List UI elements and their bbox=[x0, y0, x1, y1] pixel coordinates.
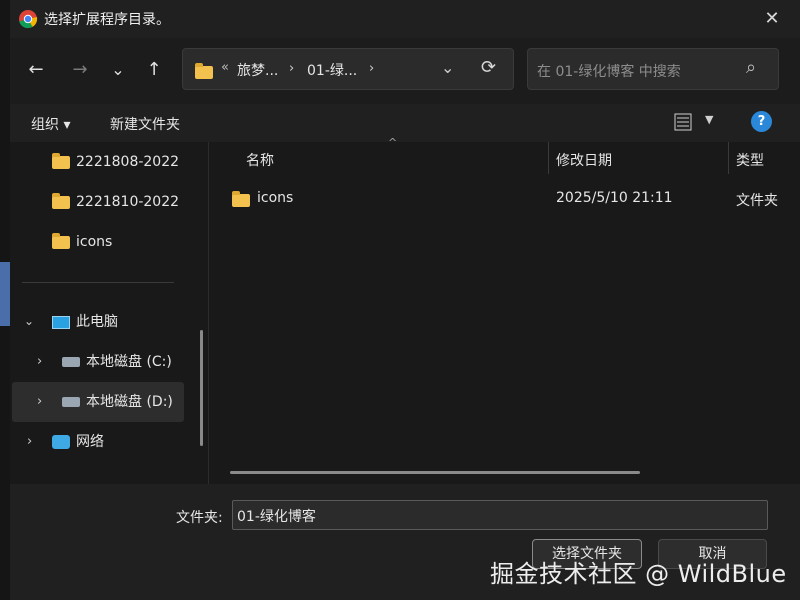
tree-this-pc[interactable]: 此电脑 bbox=[52, 305, 118, 339]
table-row[interactable]: icons 2025/5/10 21:11 文件夹 bbox=[232, 180, 800, 216]
close-icon[interactable]: ✕ bbox=[762, 9, 782, 29]
folder-icon bbox=[232, 190, 250, 207]
forward-button[interactable]: → bbox=[66, 56, 94, 84]
up-button[interactable]: ↑ bbox=[140, 56, 168, 84]
folder-label: 文件夹: bbox=[176, 510, 223, 526]
tree-folder-3[interactable]: icons bbox=[52, 225, 112, 259]
tree-label: 2221808-2022 bbox=[76, 154, 180, 170]
file-modified: 2025/5/10 21:11 bbox=[556, 190, 673, 206]
column-header-type[interactable]: 类型 bbox=[736, 150, 764, 170]
chevron-right-icon[interactable]: › bbox=[37, 394, 42, 409]
tree-drive-d[interactable]: 本地磁盘 (D:) bbox=[62, 385, 173, 419]
recent-locations-button[interactable]: ⌄ bbox=[104, 56, 132, 84]
tree-folder-1[interactable]: 2221808-2022 bbox=[52, 145, 179, 179]
tree-label: 此电脑 bbox=[76, 314, 118, 330]
folder-picker-dialog: 选择扩展程序目录。 ✕ ← → ⌄ ↑ « 旅梦... › 01-绿... › … bbox=[10, 0, 800, 600]
title-bar: 选择扩展程序目录。 ✕ bbox=[10, 0, 800, 38]
folder-icon bbox=[52, 192, 70, 209]
tree-folder-2[interactable]: 2221810-2022 bbox=[52, 185, 179, 219]
view-options-icon[interactable] bbox=[674, 113, 692, 131]
background-window-accent bbox=[0, 262, 10, 326]
network-icon bbox=[52, 435, 70, 449]
divider bbox=[22, 282, 174, 283]
refresh-icon[interactable]: ⟳ bbox=[481, 57, 496, 78]
drive-icon bbox=[62, 397, 80, 407]
search-icon[interactable]: ⌕ bbox=[746, 57, 756, 78]
nav-pane-scrollbar[interactable] bbox=[200, 330, 203, 446]
column-separator[interactable] bbox=[548, 142, 549, 174]
breadcrumb-item-2[interactable]: 01-绿... bbox=[307, 60, 357, 80]
folder-icon bbox=[195, 62, 213, 79]
tree-label: 2221810-2022 bbox=[76, 194, 180, 210]
new-folder-button[interactable]: 新建文件夹 bbox=[110, 114, 180, 134]
column-header-name[interactable]: 名称 bbox=[246, 150, 274, 170]
tree-drive-c[interactable]: 本地磁盘 (C:) bbox=[62, 345, 172, 379]
tree-label: 网络 bbox=[76, 434, 104, 450]
folder-name-value: 01-绿化博客 bbox=[237, 509, 316, 525]
organize-button[interactable]: 组织 ▾ bbox=[31, 114, 70, 134]
breadcrumb-overflow[interactable]: « bbox=[221, 60, 229, 75]
tree-label: 本地磁盘 (C:) bbox=[86, 354, 172, 370]
tree-network[interactable]: 网络 bbox=[52, 425, 104, 459]
help-icon[interactable]: ? bbox=[751, 111, 772, 132]
folder-icon bbox=[52, 152, 70, 169]
file-name: icons bbox=[257, 190, 294, 206]
chevron-right-icon[interactable]: › bbox=[369, 61, 374, 76]
chevron-down-icon[interactable]: ⌄ bbox=[441, 58, 454, 77]
search-box[interactable]: 在 01-绿化博客 中搜索 ⌕ bbox=[527, 48, 779, 90]
chevron-right-icon[interactable]: › bbox=[289, 61, 294, 76]
folder-icon bbox=[52, 232, 70, 249]
file-list-scrollbar[interactable] bbox=[230, 471, 640, 474]
tree-label: icons bbox=[76, 234, 113, 250]
folder-name-input[interactable]: 01-绿化博客 bbox=[232, 500, 768, 530]
column-header-modified[interactable]: 修改日期 bbox=[556, 150, 612, 170]
file-type: 文件夹 bbox=[736, 193, 778, 209]
chevron-right-icon[interactable]: › bbox=[27, 434, 32, 449]
search-input-placeholder[interactable]: 在 01-绿化博客 中搜索 bbox=[537, 61, 681, 81]
computer-icon bbox=[52, 315, 70, 329]
breadcrumb-item-1[interactable]: 旅梦... bbox=[237, 60, 278, 80]
view-dropdown-icon[interactable]: ▼ bbox=[705, 113, 713, 126]
expand-chevron-icon[interactable]: ⌄ bbox=[24, 314, 34, 328]
sort-up-icon: ^ bbox=[388, 136, 398, 149]
pane-divider bbox=[208, 142, 209, 484]
watermark-text: 掘金技术社区 @ WildBlue bbox=[490, 560, 787, 588]
chevron-right-icon[interactable]: › bbox=[37, 354, 42, 369]
column-separator[interactable] bbox=[728, 142, 729, 174]
chrome-icon bbox=[18, 9, 38, 29]
window-title: 选择扩展程序目录。 bbox=[44, 12, 170, 28]
tree-label: 本地磁盘 (D:) bbox=[86, 394, 173, 410]
address-bar[interactable]: « 旅梦... › 01-绿... › ⌄ ⟳ bbox=[182, 48, 514, 90]
drive-icon bbox=[62, 357, 80, 367]
back-button[interactable]: ← bbox=[22, 56, 50, 84]
